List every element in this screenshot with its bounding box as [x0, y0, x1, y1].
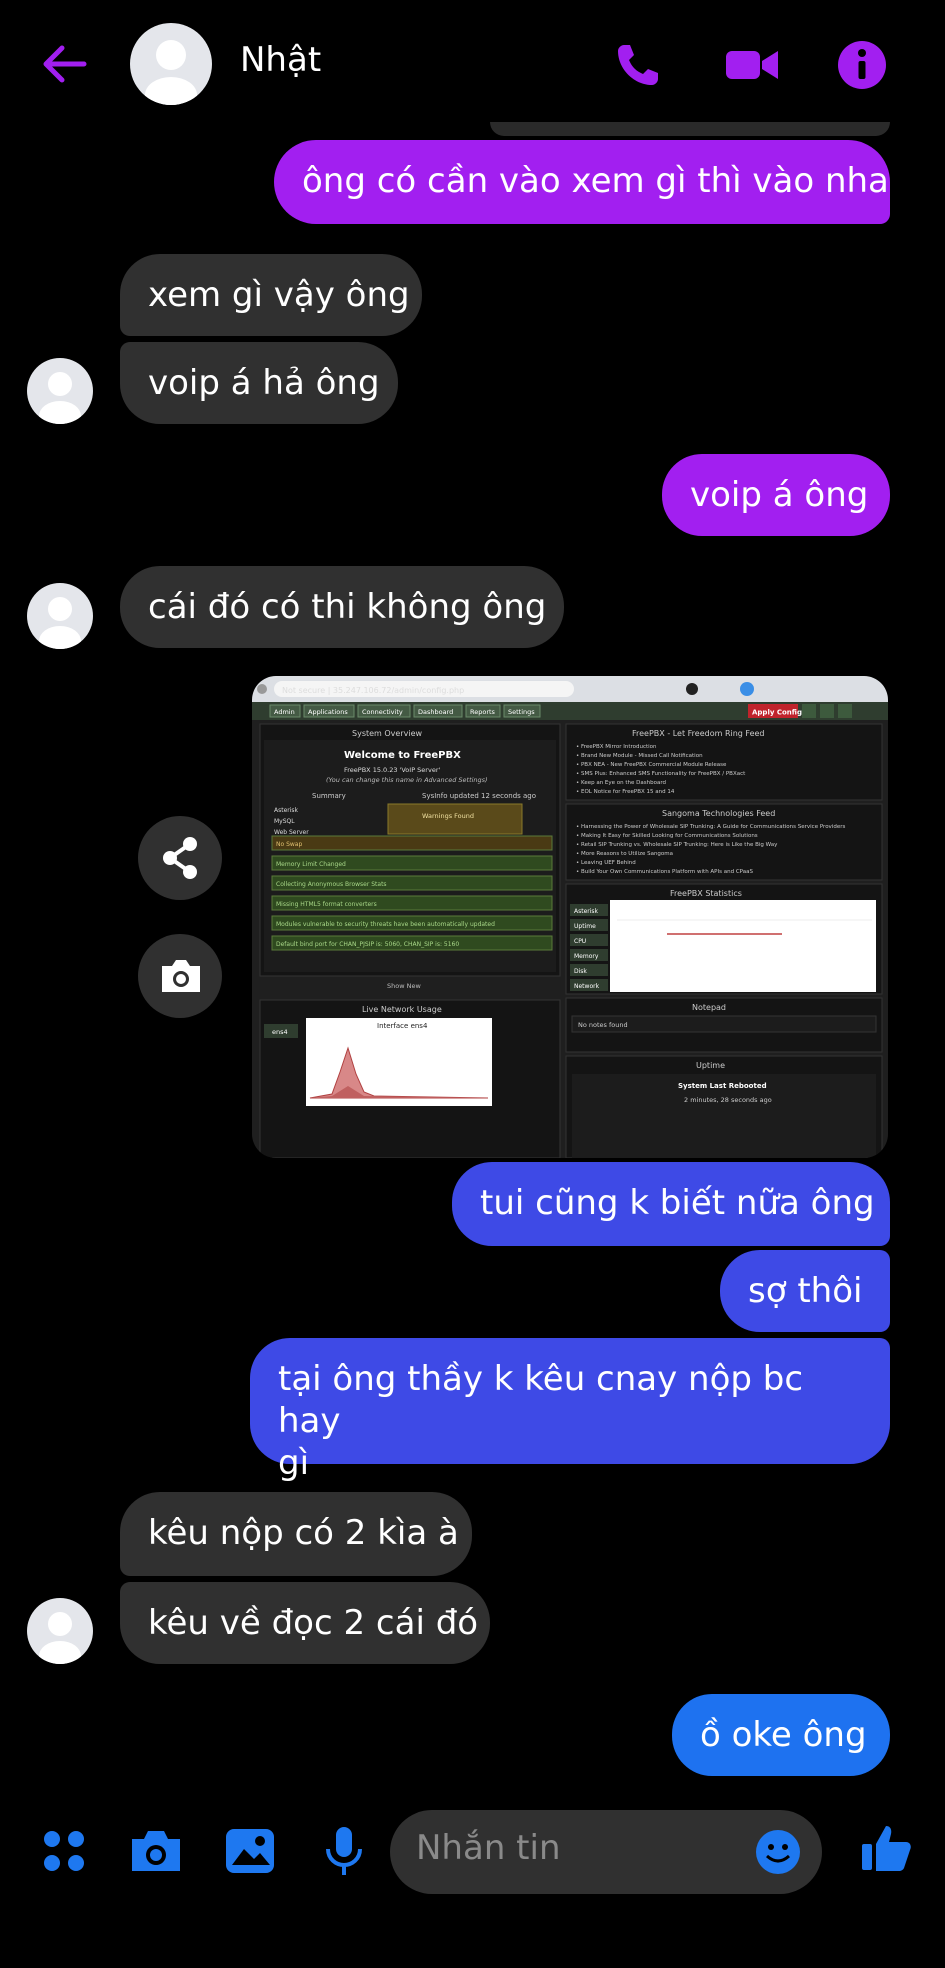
notice-row [271, 835, 553, 851]
camera-icon [162, 960, 200, 992]
stats-tab-label: Uptime [574, 923, 596, 930]
notice-text: Modules vulnerable to security threats h… [276, 921, 495, 928]
live-network-title: Live Network Usage [362, 1005, 442, 1014]
video-call-icon[interactable] [724, 37, 780, 93]
message-sent[interactable]: ông có cần vào xem gì thì vào nha [274, 140, 890, 224]
default-avatar-icon [39, 372, 81, 424]
info-icon[interactable] [834, 37, 890, 93]
message-sent[interactable]: tại ông thầy k kêu cnay nộp bc hay gì [250, 1338, 890, 1483]
contact-avatar[interactable] [130, 23, 212, 105]
sangoma-item: • Making It Easy for Skilled Looking for… [576, 833, 758, 839]
welcome-title: Welcome to FreePBX [344, 750, 461, 761]
feed-item: • SMS Plus: Enhanced SMS Functionality f… [576, 771, 746, 777]
stats-tab-label: Network [574, 983, 600, 990]
sangoma-item: • Build Your Own Communications Platform… [576, 869, 753, 875]
system-overview-title: System Overview [352, 729, 422, 738]
menu-grid-icon[interactable] [36, 1823, 92, 1879]
summary-item: Asterisk [274, 807, 299, 814]
message-received[interactable]: kêu nộp có 2 kìa à [120, 1492, 472, 1576]
camera-reply-button[interactable] [138, 934, 222, 1018]
thumbs-up-icon[interactable] [858, 1820, 914, 1876]
freepbx-dashboard-thumbnail: Not secure | 35.247.106.72/admin/config.… [252, 676, 888, 1158]
feed-item: • FreePBX Mirror Introduction [576, 744, 657, 750]
message-received[interactable]: voip á hả ông [120, 342, 398, 424]
feed-item: • Brand New Module - Missed Call Notific… [576, 753, 703, 759]
summary-item: MySQL [274, 818, 295, 825]
notice-text: Collecting Anonymous Browser Stats [276, 881, 387, 888]
camera-icon[interactable] [128, 1823, 184, 1879]
sangoma-item: • More Reasons to Utilize Sangoma [576, 851, 673, 857]
feed-item: • EOL Notice for FreePBX 15 and 14 [576, 789, 675, 795]
shared-screenshot-image[interactable]: Not secure | 35.247.106.72/admin/config.… [252, 676, 888, 1158]
contact-name[interactable]: Nhật [240, 40, 321, 80]
chat-header: Nhật [0, 0, 945, 130]
message-sent[interactable]: voip á ông [662, 454, 890, 536]
stats-title: FreePBX Statistics [670, 889, 742, 898]
emoji-icon[interactable] [754, 1828, 802, 1876]
message-sent[interactable]: tui cũng k biết nữa ông [452, 1162, 890, 1246]
default-avatar-icon [39, 1612, 81, 1664]
previous-bubble-edge [490, 122, 890, 136]
notice-text: Missing HTML5 format converters [276, 901, 377, 908]
back-arrow-icon[interactable] [38, 38, 90, 90]
nav-bar: Admin Applications Connectivity Dashboard Re… [269, 704, 541, 718]
sangoma-item: • Retail SIP Trunking vs. Wholesale SIP … [576, 842, 778, 848]
welcome-note: (You can change this name in Advanced Se… [326, 776, 488, 784]
show-new-link: Show New [387, 982, 421, 990]
uptime-value: 2 minutes, 28 seconds ago [684, 1096, 772, 1104]
sangoma-title: Sangoma Technologies Feed [662, 809, 775, 818]
stats-tab-label: CPU [574, 938, 586, 945]
interface-button: ens4 [272, 1028, 288, 1036]
nav-tab-label: Settings [508, 708, 535, 716]
sangoma-item: • Harnessing the Power of Wholesale SIP … [576, 824, 845, 830]
feed-item: • PBX NEA - New FreePBX Commercial Modul… [576, 762, 727, 768]
message-line: tại ông thầy k kêu cnay nộp bc hay [278, 1359, 804, 1441]
notepad-title: Notepad [692, 1003, 726, 1012]
share-icon [163, 837, 197, 879]
message-line: gì [278, 1443, 310, 1483]
notice-text: Memory Limit Changed [276, 861, 346, 868]
stats-tab-label: Asterisk [574, 908, 599, 915]
sangoma-item: • Leaving UEF Behind [576, 860, 636, 866]
phone-call-icon[interactable] [610, 37, 666, 93]
feed-item: • Keep an Eye on the Dashboard [576, 780, 666, 786]
default-avatar-icon [39, 597, 81, 649]
sender-avatar[interactable] [27, 1598, 93, 1664]
nav-tab-label: Reports [470, 708, 496, 716]
nav-tab-label: Admin [274, 708, 295, 716]
message-received[interactable]: xem gì vậy ông [120, 254, 422, 336]
notepad-empty: No notes found [578, 1021, 628, 1029]
welcome-sub: FreePBX 15.0.23 'VoIP Server' [344, 766, 440, 774]
notice-text: No Swap [276, 841, 302, 848]
nav-tab-label: Dashboard [418, 708, 453, 716]
summary-item: Web Server [274, 829, 309, 836]
uptime-title: Uptime [696, 1061, 725, 1070]
stats-tab-label: Disk [574, 968, 587, 975]
interface-chart-title: Interface ens4 [377, 1022, 428, 1030]
warnings-label: Warnings Found [422, 812, 474, 820]
message-sent[interactable]: sợ thôi [720, 1250, 890, 1332]
microphone-icon[interactable] [316, 1823, 372, 1879]
url-bar: Not secure | 35.247.106.72/admin/config.… [282, 686, 464, 695]
sender-avatar[interactable] [27, 358, 93, 424]
sender-avatar[interactable] [27, 583, 93, 649]
message-sent[interactable]: ồ oke ông [672, 1694, 890, 1776]
notice-text: Default bind port for CHAN_PJSIP is: 506… [276, 941, 459, 948]
message-received[interactable]: cái đó có thi không ông [120, 566, 564, 648]
nav-tab-label: Applications [308, 708, 348, 716]
uptime-label: System Last Rebooted [678, 1082, 767, 1090]
stats-tab-label: Memory [574, 953, 599, 960]
sysinfo-text: SysInfo updated 12 seconds ago [422, 792, 536, 800]
apply-config-button: Apply Config [752, 709, 802, 717]
summary-label: Summary [312, 792, 346, 800]
feed-title: FreePBX - Let Freedom Ring Feed [632, 729, 765, 738]
default-avatar-icon [145, 40, 197, 105]
message-received[interactable]: kêu về đọc 2 cái đó [120, 1582, 490, 1664]
message-input[interactable]: Nhắn tin [390, 1810, 822, 1894]
gallery-image-icon[interactable] [222, 1823, 278, 1879]
nav-tab-label: Connectivity [362, 708, 403, 716]
message-input-placeholder: Nhắn tin [416, 1828, 561, 1868]
share-button[interactable] [138, 816, 222, 900]
